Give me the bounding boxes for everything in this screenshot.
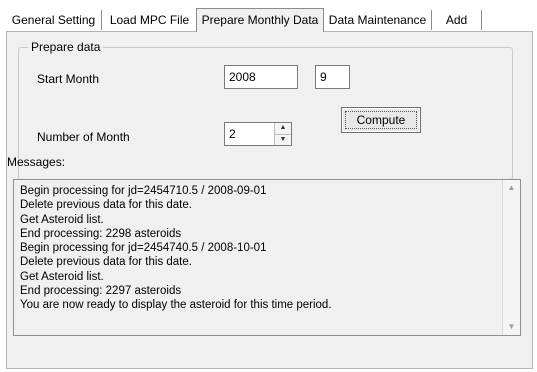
scroll-down-icon[interactable]: ▼ bbox=[503, 319, 520, 335]
message-line: Get Asteroid list. bbox=[20, 213, 104, 226]
tab-load-mpc-file[interactable]: Load MPC File bbox=[102, 10, 198, 30]
tab-panel: Prepare data Start Month 2008 9 Number o… bbox=[6, 31, 533, 369]
message-line: End processing: 2298 asteroids bbox=[20, 227, 182, 240]
spin-up-icon[interactable]: ▲ bbox=[275, 123, 291, 134]
compute-button[interactable]: Compute bbox=[341, 107, 421, 133]
message-line: Delete previous data for this date. bbox=[20, 199, 192, 212]
messages-scrollbar[interactable]: ▲ ▼ bbox=[502, 180, 520, 335]
message-line: Delete previous data for this date. bbox=[20, 256, 192, 269]
tab-strip: General Setting Load MPC File Prepare Mo… bbox=[6, 8, 534, 32]
number-of-month-label: Number of Month bbox=[37, 130, 130, 144]
message-line: Begin processing for jd=2454710.5 / 2008… bbox=[20, 185, 267, 197]
number-of-month-value: 2 bbox=[229, 127, 236, 141]
tab-add[interactable]: Add bbox=[432, 10, 482, 30]
tab-general-setting[interactable]: General Setting bbox=[6, 10, 102, 30]
start-month-field[interactable]: 9 bbox=[315, 65, 350, 89]
spin-buttons[interactable]: ▲ ▼ bbox=[274, 123, 291, 145]
tab-prepare-monthly-data[interactable]: Prepare Monthly Data bbox=[196, 8, 324, 32]
messages-textarea[interactable]: Begin processing for jd=2454710.5 / 2008… bbox=[13, 179, 521, 336]
message-line: Begin processing for jd=2454740.5 / 2008… bbox=[20, 242, 267, 255]
number-of-month-stepper[interactable]: 2 ▲ ▼ bbox=[224, 122, 292, 146]
start-year-field[interactable]: 2008 bbox=[224, 65, 298, 89]
messages-label: Messages: bbox=[7, 155, 66, 169]
group-title: Prepare data bbox=[28, 40, 104, 54]
message-line: End processing: 2297 asteroids bbox=[20, 285, 182, 298]
tab-data-maintenance[interactable]: Data Maintenance bbox=[324, 10, 432, 30]
message-log: Begin processing for jd=2454710.5 / 2008… bbox=[20, 184, 332, 313]
prepare-data-group: Prepare data Start Month 2008 9 Number o… bbox=[18, 40, 513, 180]
spin-down-icon[interactable]: ▼ bbox=[275, 133, 291, 146]
message-line: You are now ready to display the asteroi… bbox=[20, 299, 332, 312]
message-line: Get Asteroid list. bbox=[20, 270, 104, 283]
start-month-label: Start Month bbox=[37, 72, 100, 86]
scroll-up-icon[interactable]: ▲ bbox=[503, 180, 520, 196]
